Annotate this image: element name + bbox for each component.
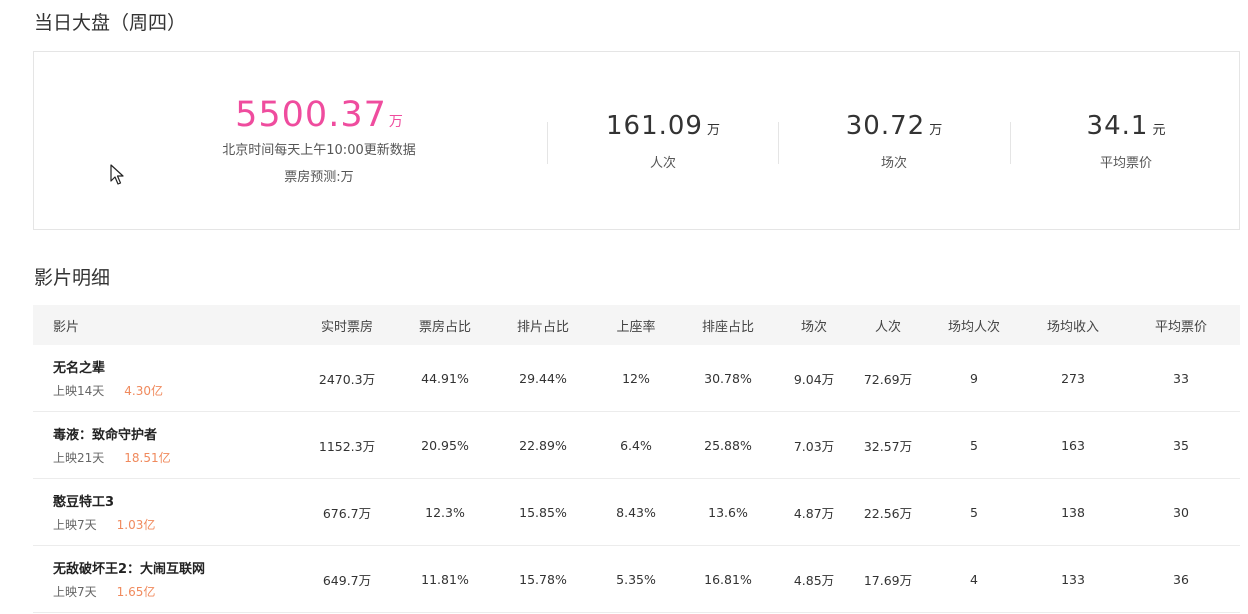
release-days: 上映7天 xyxy=(53,518,97,532)
mouse-pointer-icon xyxy=(110,164,124,185)
realtime-box-office: 649.7万 xyxy=(298,545,396,613)
table-row[interactable]: 憨豆特工3 上映7天 1.03亿 676.7万 12.3% 15.85% 8.43… xyxy=(33,478,1240,546)
film-cell: 无名之辈 上映14天 4.30亿 xyxy=(33,345,298,412)
avg-income-per-show: 273 xyxy=(1024,345,1122,412)
table-header-row: 影片 实时票房 票房占比 排片占比 上座率 排座占比 场次 人次 场均人次 场均… xyxy=(33,305,1240,345)
stat-label: 平均票价 xyxy=(1099,156,1152,171)
avg-admissions-per-show: 9 xyxy=(924,345,1024,412)
table-row[interactable]: 无敌破坏王2：大闹互联网 上映7天 1.65亿 649.7万 11.81% 15.… xyxy=(33,545,1240,613)
occupancy-rate: 6.4% xyxy=(592,411,680,479)
box-office-share: 11.81% xyxy=(396,545,494,613)
stat-value: 161.09 xyxy=(606,111,703,141)
realtime-box-office: 676.7万 xyxy=(298,478,396,546)
stat-unit: 元 xyxy=(1152,123,1166,138)
shows-stat: 30.72 万 场次 xyxy=(779,110,1009,171)
column-header-avg-admissions: 场均人次 xyxy=(924,305,1024,345)
column-header-occupancy: 上座率 xyxy=(592,305,680,345)
column-header-seat-share: 排座占比 xyxy=(680,305,776,345)
stat-value: 34.1 xyxy=(1086,111,1149,141)
column-header-realtime-box-office: 实时票房 xyxy=(298,305,396,345)
total-box-office-unit: 万 xyxy=(388,114,403,130)
film-cell: 憨豆特工3 上映7天 1.03亿 xyxy=(33,478,298,546)
column-header-shows: 场次 xyxy=(776,305,852,345)
shows-count: 7.03万 xyxy=(776,411,852,479)
total-box-office: 5500.37 万 北京时间每天上午10:00更新数据 票房预测:万 xyxy=(174,95,464,185)
daily-summary-panel: 5500.37 万 北京时间每天上午10:00更新数据 票房预测:万 161.09… xyxy=(33,51,1240,230)
film-details-table: 影片 实时票房 票房占比 排片占比 上座率 排座占比 场次 人次 场均人次 场均… xyxy=(33,305,1240,613)
film-name[interactable]: 无敌破坏王2：大闹互联网 xyxy=(53,558,298,577)
avg-admissions-per-show: 5 xyxy=(924,411,1024,479)
avg-admissions-per-show: 5 xyxy=(924,478,1024,546)
cumulative-box-office: 18.51亿 xyxy=(124,451,171,465)
release-days: 上映21天 xyxy=(53,451,105,465)
admissions-count: 17.69万 xyxy=(852,545,924,613)
total-box-office-value: 5500.37 xyxy=(235,95,387,135)
admissions-count: 22.56万 xyxy=(852,478,924,546)
column-header-box-office-share: 票房占比 xyxy=(396,305,494,345)
avg-price-stat: 34.1 元 平均票价 xyxy=(1011,110,1241,171)
cumulative-box-office: 1.65亿 xyxy=(116,585,156,599)
stat-unit: 万 xyxy=(929,123,943,138)
daily-overview-title: 当日大盘（周四） xyxy=(34,12,187,34)
avg-admissions-per-show: 4 xyxy=(924,545,1024,613)
avg-ticket-price: 30 xyxy=(1122,478,1240,546)
avg-income-per-show: 138 xyxy=(1024,478,1122,546)
box-office-share: 44.91% xyxy=(396,345,494,412)
shows-count: 9.04万 xyxy=(776,345,852,412)
film-name[interactable]: 憨豆特工3 xyxy=(53,491,298,510)
column-header-film: 影片 xyxy=(33,305,298,345)
table-row[interactable]: 毒液：致命守护者 上映21天 18.51亿 1152.3万 20.95% 22.8… xyxy=(33,411,1240,479)
film-cell: 毒液：致命守护者 上映21天 18.51亿 xyxy=(33,411,298,479)
avg-income-per-show: 163 xyxy=(1024,411,1122,479)
release-days: 上映7天 xyxy=(53,585,97,599)
cumulative-box-office: 1.03亿 xyxy=(116,518,156,532)
stat-value: 30.72 xyxy=(845,111,926,141)
stat-label: 人次 xyxy=(649,156,676,171)
seat-share: 13.6% xyxy=(680,478,776,546)
realtime-box-office: 1152.3万 xyxy=(298,411,396,479)
avg-income-per-show: 133 xyxy=(1024,545,1122,613)
stat-unit: 万 xyxy=(706,123,720,138)
avg-ticket-price: 36 xyxy=(1122,545,1240,613)
box-office-share: 20.95% xyxy=(396,411,494,479)
box-office-share: 12.3% xyxy=(396,478,494,546)
seat-share: 16.81% xyxy=(680,545,776,613)
occupancy-rate: 12% xyxy=(592,345,680,412)
film-cell: 无敌破坏王2：大闹互联网 上映7天 1.65亿 xyxy=(33,545,298,613)
column-header-avg-price: 平均票价 xyxy=(1122,305,1240,345)
column-header-avg-income: 场均收入 xyxy=(1024,305,1122,345)
screening-share: 29.44% xyxy=(494,345,592,412)
update-time-note: 北京时间每天上午10:00更新数据 xyxy=(222,143,416,158)
film-name[interactable]: 无名之辈 xyxy=(53,357,298,376)
film-name[interactable]: 毒液：致命守护者 xyxy=(53,424,298,443)
avg-ticket-price: 35 xyxy=(1122,411,1240,479)
column-header-admissions: 人次 xyxy=(852,305,924,345)
admissions-count: 32.57万 xyxy=(852,411,924,479)
screening-share: 15.78% xyxy=(494,545,592,613)
realtime-box-office: 2470.3万 xyxy=(298,345,396,412)
column-header-screening-share: 排片占比 xyxy=(494,305,592,345)
admissions-count: 72.69万 xyxy=(852,345,924,412)
occupancy-rate: 5.35% xyxy=(592,545,680,613)
seat-share: 25.88% xyxy=(680,411,776,479)
admissions-stat: 161.09 万 人次 xyxy=(548,110,778,171)
cumulative-box-office: 4.30亿 xyxy=(124,384,164,398)
screening-share: 15.85% xyxy=(494,478,592,546)
occupancy-rate: 8.43% xyxy=(592,478,680,546)
seat-share: 30.78% xyxy=(680,345,776,412)
shows-count: 4.85万 xyxy=(776,545,852,613)
avg-ticket-price: 33 xyxy=(1122,345,1240,412)
film-details-title: 影片明细 xyxy=(34,267,111,289)
screening-share: 22.89% xyxy=(494,411,592,479)
stat-label: 场次 xyxy=(880,156,907,171)
release-days: 上映14天 xyxy=(53,384,105,398)
box-office-forecast: 票房预测:万 xyxy=(284,170,354,185)
shows-count: 4.87万 xyxy=(776,478,852,546)
table-row[interactable]: 无名之辈 上映14天 4.30亿 2470.3万 44.91% 29.44% 12… xyxy=(33,345,1240,412)
